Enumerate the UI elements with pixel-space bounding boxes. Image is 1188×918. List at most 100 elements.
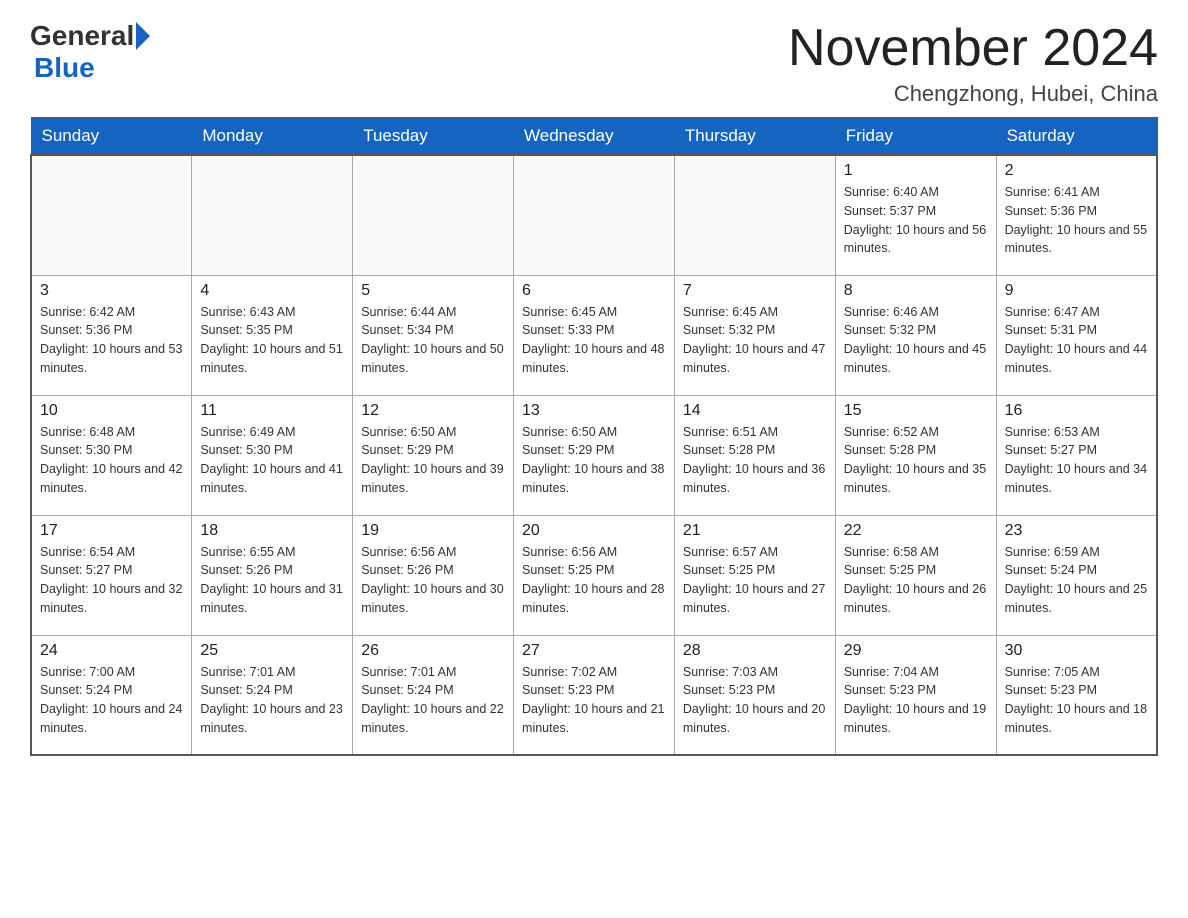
day-info: Sunrise: 6:40 AMSunset: 5:37 PMDaylight:… — [844, 183, 988, 258]
calendar-cell: 1 Sunrise: 6:40 AMSunset: 5:37 PMDaylight… — [835, 155, 996, 275]
calendar-cell: 20 Sunrise: 6:56 AMSunset: 5:25 PMDayligh… — [514, 515, 675, 635]
calendar-cell — [31, 155, 192, 275]
day-number: 4 — [200, 282, 344, 300]
day-info: Sunrise: 7:02 AMSunset: 5:23 PMDaylight:… — [522, 663, 666, 738]
day-info: Sunrise: 6:42 AMSunset: 5:36 PMDaylight:… — [40, 303, 183, 378]
day-info: Sunrise: 7:01 AMSunset: 5:24 PMDaylight:… — [361, 663, 505, 738]
title-area: November 2024 Chengzhong, Hubei, China — [788, 20, 1158, 107]
day-number: 24 — [40, 642, 183, 660]
calendar-cell — [514, 155, 675, 275]
calendar-cell — [353, 155, 514, 275]
day-info: Sunrise: 6:48 AMSunset: 5:30 PMDaylight:… — [40, 423, 183, 498]
calendar-cell: 27 Sunrise: 7:02 AMSunset: 5:23 PMDayligh… — [514, 635, 675, 755]
day-number: 27 — [522, 642, 666, 660]
day-number: 6 — [522, 282, 666, 300]
day-info: Sunrise: 7:01 AMSunset: 5:24 PMDaylight:… — [200, 663, 344, 738]
day-number: 1 — [844, 162, 988, 180]
day-number: 21 — [683, 522, 827, 540]
calendar-cell: 8Sunrise: 6:46 AMSunset: 5:32 PMDaylight… — [835, 275, 996, 395]
calendar-subtitle: Chengzhong, Hubei, China — [788, 81, 1158, 107]
day-number: 29 — [844, 642, 988, 660]
calendar-week-row: 3 Sunrise: 6:42 AMSunset: 5:36 PMDaylight… — [31, 275, 1157, 395]
day-number: 10 — [40, 402, 183, 420]
day-info: Sunrise: 6:44 AMSunset: 5:34 PMDaylight:… — [361, 303, 505, 378]
day-number: 19 — [361, 522, 505, 540]
day-info: Sunrise: 6:59 AMSunset: 5:24 PMDaylight:… — [1005, 543, 1148, 618]
weekday-header-tuesday: Tuesday — [353, 118, 514, 156]
day-number: 18 — [200, 522, 344, 540]
day-info: Sunrise: 6:51 AMSunset: 5:28 PMDaylight:… — [683, 423, 827, 498]
day-number: 16 — [1005, 402, 1148, 420]
day-info: Sunrise: 6:47 AMSunset: 5:31 PMDaylight:… — [1005, 303, 1148, 378]
day-number: 30 — [1005, 642, 1148, 660]
calendar-cell: 21 Sunrise: 6:57 AMSunset: 5:25 PMDayligh… — [674, 515, 835, 635]
day-number: 3 — [40, 282, 183, 300]
day-number: 2 — [1005, 162, 1148, 180]
calendar-cell: 14 Sunrise: 6:51 AMSunset: 5:28 PMDayligh… — [674, 395, 835, 515]
calendar-cell: 13 Sunrise: 6:50 AMSunset: 5:29 PMDayligh… — [514, 395, 675, 515]
weekday-header-thursday: Thursday — [674, 118, 835, 156]
calendar-table: SundayMondayTuesdayWednesdayThursdayFrid… — [30, 117, 1158, 756]
calendar-week-row: 24Sunrise: 7:00 AMSunset: 5:24 PMDayligh… — [31, 635, 1157, 755]
calendar-cell: 28Sunrise: 7:03 AMSunset: 5:23 PMDayligh… — [674, 635, 835, 755]
calendar-cell: 4 Sunrise: 6:43 AMSunset: 5:35 PMDaylight… — [192, 275, 353, 395]
logo-arrow-icon — [136, 22, 150, 50]
calendar-title: November 2024 — [788, 20, 1158, 77]
day-number: 25 — [200, 642, 344, 660]
calendar-cell: 11Sunrise: 6:49 AMSunset: 5:30 PMDayligh… — [192, 395, 353, 515]
calendar-cell: 18 Sunrise: 6:55 AMSunset: 5:26 PMDayligh… — [192, 515, 353, 635]
day-info: Sunrise: 6:45 AMSunset: 5:33 PMDaylight:… — [522, 303, 666, 378]
calendar-cell: 7 Sunrise: 6:45 AMSunset: 5:32 PMDaylight… — [674, 275, 835, 395]
calendar-cell: 9 Sunrise: 6:47 AMSunset: 5:31 PMDaylight… — [996, 275, 1157, 395]
day-number: 15 — [844, 402, 988, 420]
calendar-cell — [674, 155, 835, 275]
calendar-cell: 24Sunrise: 7:00 AMSunset: 5:24 PMDayligh… — [31, 635, 192, 755]
day-number: 9 — [1005, 282, 1148, 300]
day-info: Sunrise: 6:57 AMSunset: 5:25 PMDaylight:… — [683, 543, 827, 618]
calendar-cell: 3 Sunrise: 6:42 AMSunset: 5:36 PMDaylight… — [31, 275, 192, 395]
day-info: Sunrise: 6:58 AMSunset: 5:25 PMDaylight:… — [844, 543, 988, 618]
calendar-cell: 5 Sunrise: 6:44 AMSunset: 5:34 PMDaylight… — [353, 275, 514, 395]
day-info: Sunrise: 6:45 AMSunset: 5:32 PMDaylight:… — [683, 303, 827, 378]
calendar-week-row: 1 Sunrise: 6:40 AMSunset: 5:37 PMDaylight… — [31, 155, 1157, 275]
calendar-cell: 15 Sunrise: 6:52 AMSunset: 5:28 PMDayligh… — [835, 395, 996, 515]
weekday-header-monday: Monday — [192, 118, 353, 156]
calendar-cell: 6 Sunrise: 6:45 AMSunset: 5:33 PMDaylight… — [514, 275, 675, 395]
day-number: 13 — [522, 402, 666, 420]
calendar-cell: 26 Sunrise: 7:01 AMSunset: 5:24 PMDayligh… — [353, 635, 514, 755]
logo: General Blue — [30, 20, 152, 84]
weekday-header-sunday: Sunday — [31, 118, 192, 156]
day-info: Sunrise: 6:52 AMSunset: 5:28 PMDaylight:… — [844, 423, 988, 498]
day-number: 28 — [683, 642, 827, 660]
weekday-header-wednesday: Wednesday — [514, 118, 675, 156]
day-info: Sunrise: 6:46 AMSunset: 5:32 PMDaylight:… — [844, 303, 988, 378]
day-info: Sunrise: 6:43 AMSunset: 5:35 PMDaylight:… — [200, 303, 344, 378]
calendar-cell: 23 Sunrise: 6:59 AMSunset: 5:24 PMDayligh… — [996, 515, 1157, 635]
calendar-cell: 12Sunrise: 6:50 AMSunset: 5:29 PMDayligh… — [353, 395, 514, 515]
calendar-week-row: 17Sunrise: 6:54 AMSunset: 5:27 PMDayligh… — [31, 515, 1157, 635]
day-number: 26 — [361, 642, 505, 660]
day-info: Sunrise: 6:56 AMSunset: 5:26 PMDaylight:… — [361, 543, 505, 618]
day-number: 11 — [200, 402, 344, 420]
day-info: Sunrise: 7:04 AMSunset: 5:23 PMDaylight:… — [844, 663, 988, 738]
weekday-header-saturday: Saturday — [996, 118, 1157, 156]
logo-blue: Blue — [34, 52, 95, 83]
day-info: Sunrise: 6:55 AMSunset: 5:26 PMDaylight:… — [200, 543, 344, 618]
day-number: 14 — [683, 402, 827, 420]
calendar-cell: 17Sunrise: 6:54 AMSunset: 5:27 PMDayligh… — [31, 515, 192, 635]
day-info: Sunrise: 6:50 AMSunset: 5:29 PMDaylight:… — [361, 423, 505, 498]
day-number: 7 — [683, 282, 827, 300]
weekday-header-row: SundayMondayTuesdayWednesdayThursdayFrid… — [31, 118, 1157, 156]
calendar-cell: 2Sunrise: 6:41 AMSunset: 5:36 PMDaylight… — [996, 155, 1157, 275]
calendar-cell: 25 Sunrise: 7:01 AMSunset: 5:24 PMDayligh… — [192, 635, 353, 755]
calendar-cell: 10 Sunrise: 6:48 AMSunset: 5:30 PMDayligh… — [31, 395, 192, 515]
day-info: Sunrise: 6:53 AMSunset: 5:27 PMDaylight:… — [1005, 423, 1148, 498]
day-info: Sunrise: 7:05 AMSunset: 5:23 PMDaylight:… — [1005, 663, 1148, 738]
day-number: 23 — [1005, 522, 1148, 540]
day-number: 20 — [522, 522, 666, 540]
header: General Blue November 2024 Chengzhong, H… — [30, 20, 1158, 107]
calendar-week-row: 10 Sunrise: 6:48 AMSunset: 5:30 PMDayligh… — [31, 395, 1157, 515]
day-info: Sunrise: 6:50 AMSunset: 5:29 PMDaylight:… — [522, 423, 666, 498]
day-info: Sunrise: 6:56 AMSunset: 5:25 PMDaylight:… — [522, 543, 666, 618]
day-number: 5 — [361, 282, 505, 300]
